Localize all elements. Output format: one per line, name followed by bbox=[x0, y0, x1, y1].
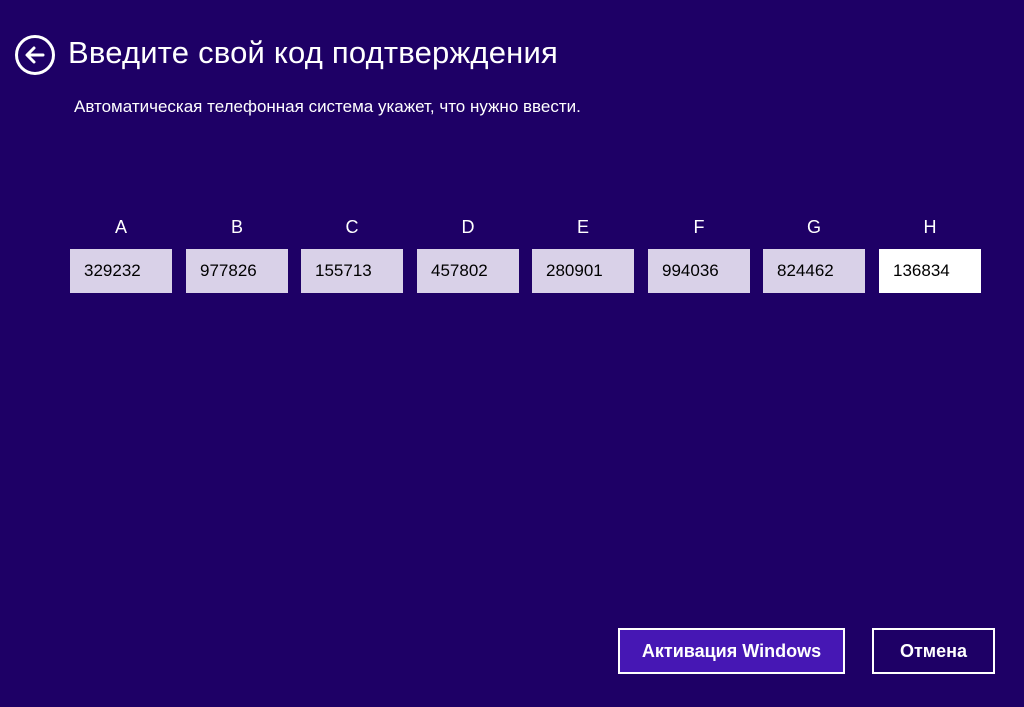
code-group-f: F 994036 bbox=[648, 214, 750, 293]
page-title: Введите свой код подтверждения bbox=[68, 35, 558, 70]
code-group-c: C 155713 bbox=[301, 214, 403, 293]
code-field: 155713 bbox=[301, 249, 403, 293]
code-input-h[interactable]: 136834 bbox=[879, 249, 981, 293]
code-label: E bbox=[576, 217, 589, 237]
code-field: 280901 bbox=[532, 249, 634, 293]
back-button[interactable] bbox=[15, 35, 55, 75]
code-label: A bbox=[114, 217, 127, 237]
code-label: H bbox=[923, 217, 937, 237]
code-label: F bbox=[693, 217, 705, 237]
code-field: 329232 bbox=[70, 249, 172, 293]
code-field: 824462 bbox=[763, 249, 865, 293]
code-field: 977826 bbox=[186, 249, 288, 293]
page-subtitle: Автоматическая телефонная система укажет… bbox=[74, 97, 581, 116]
code-label: B bbox=[230, 217, 243, 237]
code-group-d: D 457802 bbox=[417, 214, 519, 293]
code-group-h: H 136834 bbox=[879, 214, 981, 293]
code-group-g: G 824462 bbox=[763, 214, 865, 293]
back-arrow-icon bbox=[25, 46, 45, 64]
code-field: 994036 bbox=[648, 249, 750, 293]
code-label: D bbox=[461, 217, 475, 237]
code-group-b: B 977826 bbox=[186, 214, 288, 293]
code-group-a: A 329232 bbox=[70, 214, 172, 293]
cancel-button[interactable]: Отмена bbox=[872, 628, 995, 674]
code-label: C bbox=[345, 217, 359, 237]
code-field: 457802 bbox=[417, 249, 519, 293]
code-label: G bbox=[806, 217, 821, 237]
activate-windows-button[interactable]: Активация Windows bbox=[618, 628, 845, 674]
code-group-e: E 280901 bbox=[532, 214, 634, 293]
